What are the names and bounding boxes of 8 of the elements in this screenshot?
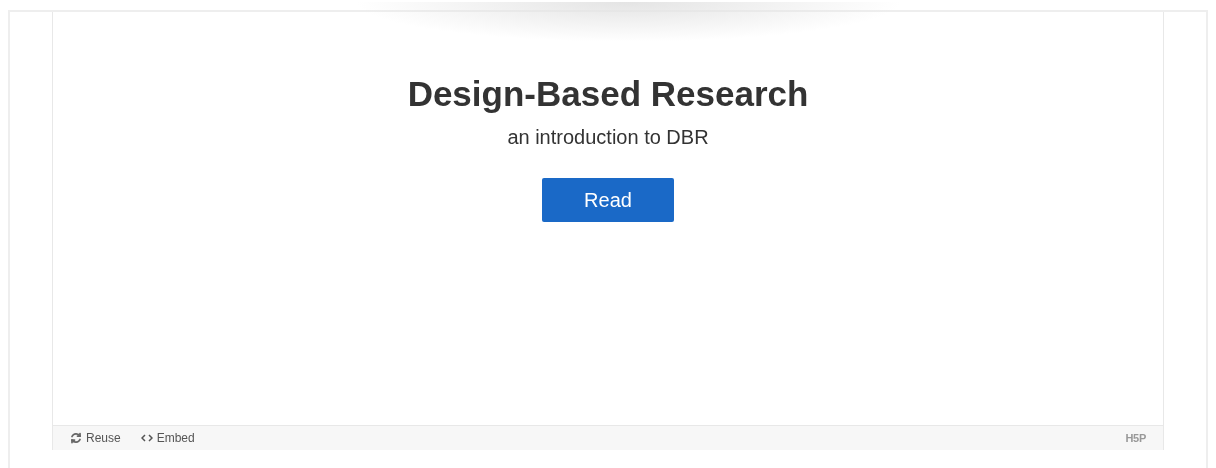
subtitle: an introduction to DBR — [507, 124, 709, 150]
embed-link[interactable]: Embed — [140, 429, 195, 447]
reuse-link[interactable]: Reuse — [70, 429, 121, 447]
logo: H5P — [1125, 430, 1146, 446]
code-icon — [140, 433, 153, 443]
refresh-icon — [70, 432, 82, 444]
page-title: Design-Based Research — [407, 73, 809, 115]
read-button[interactable]: Read — [542, 177, 674, 222]
